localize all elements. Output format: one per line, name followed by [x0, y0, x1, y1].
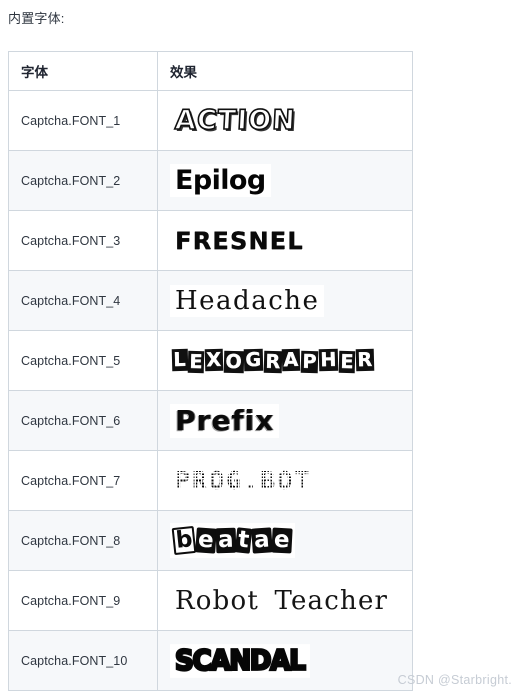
font-sample-glyph: G — [243, 348, 264, 371]
font-constant-name: Captcha.FONT_8 — [8, 510, 158, 571]
font-sample-cell: b e a ta e — [157, 510, 413, 571]
csdn-watermark: CSDN @Starbright. — [397, 673, 512, 687]
font-sample-lexographer: LEXOGRAPHER — [170, 346, 377, 375]
table-row: Captcha.FONT_8 b e a ta e — [8, 510, 413, 571]
font-sample-cell: Prefix — [157, 390, 413, 451]
font-sample-glyph: P — [300, 350, 319, 373]
font-sample-glyph: A — [281, 348, 301, 371]
font-sample-glyph: X — [204, 348, 224, 371]
page-title: 内置字体: — [8, 11, 65, 26]
table-row: Captcha.FONT_2 Epilog — [8, 150, 413, 211]
font-sample-scandal: SCANDAL — [170, 643, 310, 678]
font-sample-cell: SCANDAL — [157, 630, 413, 691]
font-constant-name: Captcha.FONT_6 — [8, 390, 158, 451]
font-sample-glyph: O — [223, 350, 244, 373]
font-constant-name: Captcha.FONT_7 — [8, 450, 158, 511]
font-sample-glyph: e — [270, 526, 292, 554]
font-sample-glyph: t — [234, 526, 253, 554]
font-constant-name: Captcha.FONT_9 — [8, 570, 158, 631]
font-sample-cell: PROG.BOT — [157, 450, 413, 511]
table-row: Captcha.FONT_5 LEXOGRAPHER — [8, 330, 413, 391]
font-constant-name: Captcha.FONT_4 — [8, 270, 158, 331]
font-sample-epilog: Epilog — [170, 164, 271, 197]
font-sample-glyph: R — [355, 348, 375, 371]
font-sample-action: ACTION — [169, 104, 302, 137]
column-header-font-name: 字体 — [8, 51, 158, 91]
font-sample-cell: Robot Teacher — [157, 570, 413, 631]
builtin-fonts-table: 字体 效果 Captcha.FONT_1 ACTION Captcha.FONT… — [8, 51, 413, 691]
font-constant-name: Captcha.FONT_3 — [8, 210, 158, 271]
font-sample-glyph: L — [171, 348, 188, 371]
font-sample-progbot: PROG.BOT — [170, 465, 316, 496]
font-sample-cell: Headache — [157, 270, 413, 331]
font-constant-name: Captcha.FONT_5 — [8, 330, 158, 391]
table-row: Captcha.FONT_6 Prefix — [8, 390, 413, 451]
table-row: Captcha.FONT_4 Headache — [8, 270, 413, 331]
font-sample-cell: FRESNEL — [157, 210, 413, 271]
font-sample-prefix: Prefix — [170, 403, 280, 438]
font-sample-glyph: E — [338, 350, 356, 373]
table-header: 字体 效果 — [8, 51, 413, 91]
column-header-effect: 效果 — [157, 51, 413, 91]
font-sample-headache: Headache — [170, 284, 325, 317]
font-sample-glyph: e — [195, 526, 217, 554]
font-sample-glyph: a — [215, 526, 237, 554]
table-row: Captcha.FONT_9 Robot Teacher — [8, 570, 413, 631]
table-row: Captcha.FONT_7 PROG.BOT — [8, 450, 413, 511]
font-sample-glyph: H — [318, 348, 339, 371]
table-header-row: 字体 效果 — [8, 51, 413, 91]
font-sample-robot-teacher: Robot Teacher — [170, 584, 394, 617]
table-row: Captcha.FONT_10 SCANDAL — [8, 630, 413, 691]
font-sample-cell: Epilog — [157, 150, 413, 211]
font-sample-fresnel: FRESNEL — [170, 225, 309, 256]
font-sample-cell: ACTION — [157, 90, 413, 151]
font-constant-name: Captcha.FONT_1 — [8, 90, 158, 151]
table-body: Captcha.FONT_1 ACTION Captcha.FONT_2 Epi… — [8, 90, 413, 691]
table-row: Captcha.FONT_3 FRESNEL — [8, 210, 413, 271]
font-sample-beatae: b e a ta e — [170, 523, 295, 558]
dot-matrix-overlay: PROG.BOT — [172, 466, 314, 495]
font-sample-glyph: a — [250, 526, 272, 554]
table-row: Captcha.FONT_1 ACTION — [8, 90, 413, 151]
font-sample-glyph: E — [187, 350, 205, 373]
font-sample-glyph: R — [263, 350, 282, 373]
font-constant-name: Captcha.FONT_2 — [8, 150, 158, 211]
font-constant-name: Captcha.FONT_10 — [8, 630, 158, 691]
font-sample-cell: LEXOGRAPHER — [157, 330, 413, 391]
font-sample-glyph: b — [171, 525, 197, 556]
